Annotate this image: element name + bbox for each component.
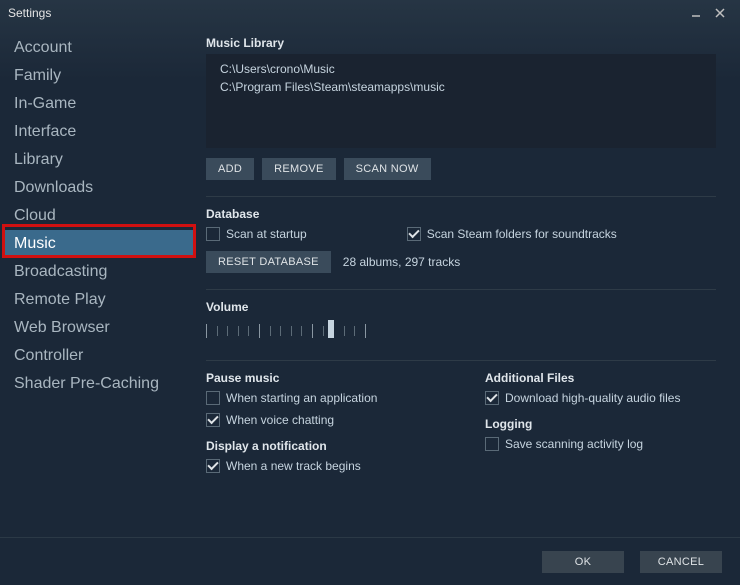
scan-steam-soundtracks-checkbox[interactable] — [407, 227, 421, 241]
reset-database-button[interactable]: RESET DATABASE — [206, 251, 331, 273]
cancel-button[interactable]: CANCEL — [640, 551, 722, 573]
pause-on-voice-checkbox[interactable] — [206, 413, 220, 427]
sidebar-item-web-browser[interactable]: Web Browser — [4, 314, 194, 342]
add-button[interactable]: ADD — [206, 158, 254, 180]
pause-on-app-checkbox[interactable] — [206, 391, 220, 405]
scan-steam-soundtracks-label: Scan Steam folders for soundtracks — [427, 227, 617, 241]
library-path-row[interactable]: C:\Program Files\Steam\steamapps\music — [220, 78, 702, 96]
ok-button[interactable]: OK — [542, 551, 624, 573]
sidebar-item-in-game[interactable]: In-Game — [4, 90, 194, 118]
music-library-list[interactable]: C:\Users\crono\Music C:\Program Files\St… — [206, 54, 716, 148]
volume-thumb[interactable] — [328, 320, 334, 338]
database-status: 28 albums, 297 tracks — [343, 255, 460, 269]
pause-on-app-label: When starting an application — [226, 391, 377, 405]
sidebar-item-library[interactable]: Library — [4, 146, 194, 174]
sidebar-item-music[interactable]: Music — [4, 230, 194, 258]
volume-heading: Volume — [206, 300, 724, 314]
minimize-icon — [691, 8, 701, 18]
scan-at-startup-checkbox[interactable] — [206, 227, 220, 241]
notify-track-label: When a new track begins — [226, 459, 361, 473]
settings-window: Settings Account Family In-Game Interfac… — [0, 0, 740, 585]
music-settings-panel: Music Library C:\Users\crono\Music C:\Pr… — [202, 32, 736, 537]
volume-slider[interactable] — [206, 320, 366, 344]
titlebar: Settings — [0, 0, 740, 26]
music-library-heading: Music Library — [206, 36, 724, 50]
pause-music-heading: Pause music — [206, 371, 445, 385]
window-title: Settings — [8, 6, 51, 20]
library-path-row[interactable]: C:\Users\crono\Music — [220, 60, 702, 78]
remove-button[interactable]: REMOVE — [262, 158, 335, 180]
close-icon — [715, 8, 725, 18]
sidebar-item-downloads[interactable]: Downloads — [4, 174, 194, 202]
download-hq-label: Download high-quality audio files — [505, 391, 680, 405]
download-hq-checkbox[interactable] — [485, 391, 499, 405]
settings-sidebar: Account Family In-Game Interface Library… — [4, 32, 194, 398]
sidebar-item-interface[interactable]: Interface — [4, 118, 194, 146]
notification-heading: Display a notification — [206, 439, 445, 453]
dialog-footer: OK CANCEL — [0, 537, 740, 585]
additional-files-heading: Additional Files — [485, 371, 724, 385]
sidebar-item-cloud[interactable]: Cloud — [4, 202, 194, 230]
sidebar-item-shader-pre-caching[interactable]: Shader Pre-Caching — [4, 370, 194, 398]
pause-on-voice-label: When voice chatting — [226, 413, 334, 427]
save-log-checkbox[interactable] — [485, 437, 499, 451]
save-log-label: Save scanning activity log — [505, 437, 643, 451]
minimize-button[interactable] — [684, 2, 708, 24]
sidebar-item-family[interactable]: Family — [4, 62, 194, 90]
scan-at-startup-label: Scan at startup — [226, 227, 307, 241]
database-heading: Database — [206, 207, 724, 221]
close-button[interactable] — [708, 2, 732, 24]
scan-now-button[interactable]: SCAN NOW — [344, 158, 431, 180]
notify-track-checkbox[interactable] — [206, 459, 220, 473]
volume-scale — [206, 326, 366, 338]
sidebar-item-remote-play[interactable]: Remote Play — [4, 286, 194, 314]
sidebar-item-broadcasting[interactable]: Broadcasting — [4, 258, 194, 286]
sidebar-item-account[interactable]: Account — [4, 34, 194, 62]
sidebar-item-controller[interactable]: Controller — [4, 342, 194, 370]
logging-heading: Logging — [485, 417, 724, 431]
